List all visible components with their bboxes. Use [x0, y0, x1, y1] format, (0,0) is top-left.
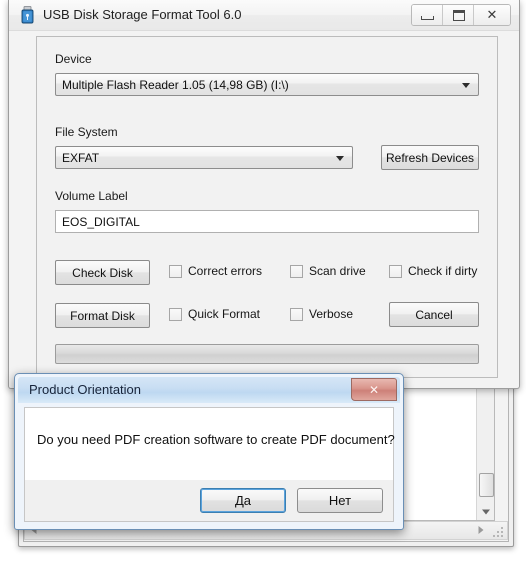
- title-bar: USB Disk Storage Format Tool 6.0 ✕: [9, 0, 519, 31]
- checkbox-scan-drive[interactable]: Scan drive: [290, 264, 366, 278]
- checkbox-check-if-dirty[interactable]: Check if dirty: [389, 264, 477, 278]
- file-system-label: File System: [55, 125, 118, 139]
- device-select-value: Multiple Flash Reader 1.05 (14,98 GB) (I…: [62, 78, 289, 92]
- device-select[interactable]: Multiple Flash Reader 1.05 (14,98 GB) (I…: [55, 73, 479, 96]
- checkbox-label: Quick Format: [188, 307, 261, 321]
- checkbox-label: Correct errors: [188, 264, 263, 278]
- dialog-message: Do you need PDF creation software to cre…: [37, 432, 395, 447]
- checkbox-label: Check if dirty: [408, 264, 478, 278]
- format-disk-button[interactable]: Format Disk: [55, 303, 150, 328]
- device-label: Device: [55, 52, 92, 66]
- close-icon: ✕: [486, 7, 498, 22]
- main-window: USB Disk Storage Format Tool 6.0 ✕ Devic…: [8, 0, 520, 389]
- checkbox-box-icon: [169, 307, 182, 321]
- cancel-button[interactable]: Cancel: [389, 302, 479, 327]
- checkbox-box-icon: [389, 264, 402, 278]
- checkbox-label: Verbose: [309, 307, 354, 321]
- progress-bar: [55, 344, 479, 364]
- minimize-icon: [421, 16, 434, 20]
- checkbox-box-icon: [169, 264, 182, 278]
- check-disk-button[interactable]: Check Disk: [55, 260, 150, 285]
- usb-drive-icon: [19, 6, 36, 24]
- scroll-down-arrow-icon[interactable]: [477, 503, 494, 520]
- maximize-icon: [453, 10, 465, 21]
- scroll-right-arrow-icon[interactable]: [472, 522, 489, 537]
- dialog-no-button[interactable]: Нет: [297, 488, 383, 513]
- checkbox-correct-errors[interactable]: Correct errors: [169, 264, 262, 278]
- close-icon: ✕: [368, 382, 380, 397]
- resize-grip-icon[interactable]: [492, 524, 506, 538]
- window-title: USB Disk Storage Format Tool 6.0: [43, 7, 242, 22]
- product-orientation-dialog: Product Orientation ✕ Do you need PDF cr…: [14, 373, 404, 530]
- dialog-yes-button[interactable]: Да: [200, 488, 286, 513]
- checkbox-quick-format[interactable]: Quick Format: [169, 307, 260, 321]
- file-system-select[interactable]: EXFAT: [55, 146, 353, 169]
- file-system-select-value: EXFAT: [62, 151, 100, 165]
- chevron-down-icon: [336, 156, 344, 161]
- dialog-title: Product Orientation: [29, 382, 142, 397]
- checkbox-box-icon: [290, 264, 303, 278]
- window-controls: ✕: [411, 4, 511, 26]
- dialog-body: Do you need PDF creation software to cre…: [24, 407, 395, 481]
- checkbox-label: Scan drive: [309, 264, 366, 278]
- volume-label-label: Volume Label: [55, 189, 128, 203]
- screen: USB Disk Storage Format Tool 6.0 ✕ Devic…: [0, 0, 526, 569]
- maximize-button[interactable]: [443, 5, 474, 25]
- form-panel: Device Multiple Flash Reader 1.05 (14,98…: [36, 36, 498, 378]
- vertical-scrollbar-thumb[interactable]: [479, 473, 494, 497]
- refresh-devices-button[interactable]: Refresh Devices: [381, 145, 479, 170]
- volume-label-input-value: EOS_DIGITAL: [62, 215, 140, 229]
- minimize-button[interactable]: [412, 5, 443, 25]
- checkbox-box-icon: [290, 307, 303, 321]
- dialog-footer: Да Нет: [24, 480, 394, 522]
- chevron-down-icon: [462, 83, 470, 88]
- volume-label-input[interactable]: EOS_DIGITAL: [55, 210, 479, 233]
- dialog-title-bar: Product Orientation ✕: [18, 377, 400, 403]
- dialog-close-button[interactable]: ✕: [351, 378, 397, 401]
- close-button[interactable]: ✕: [474, 5, 510, 25]
- checkbox-verbose[interactable]: Verbose: [290, 307, 353, 321]
